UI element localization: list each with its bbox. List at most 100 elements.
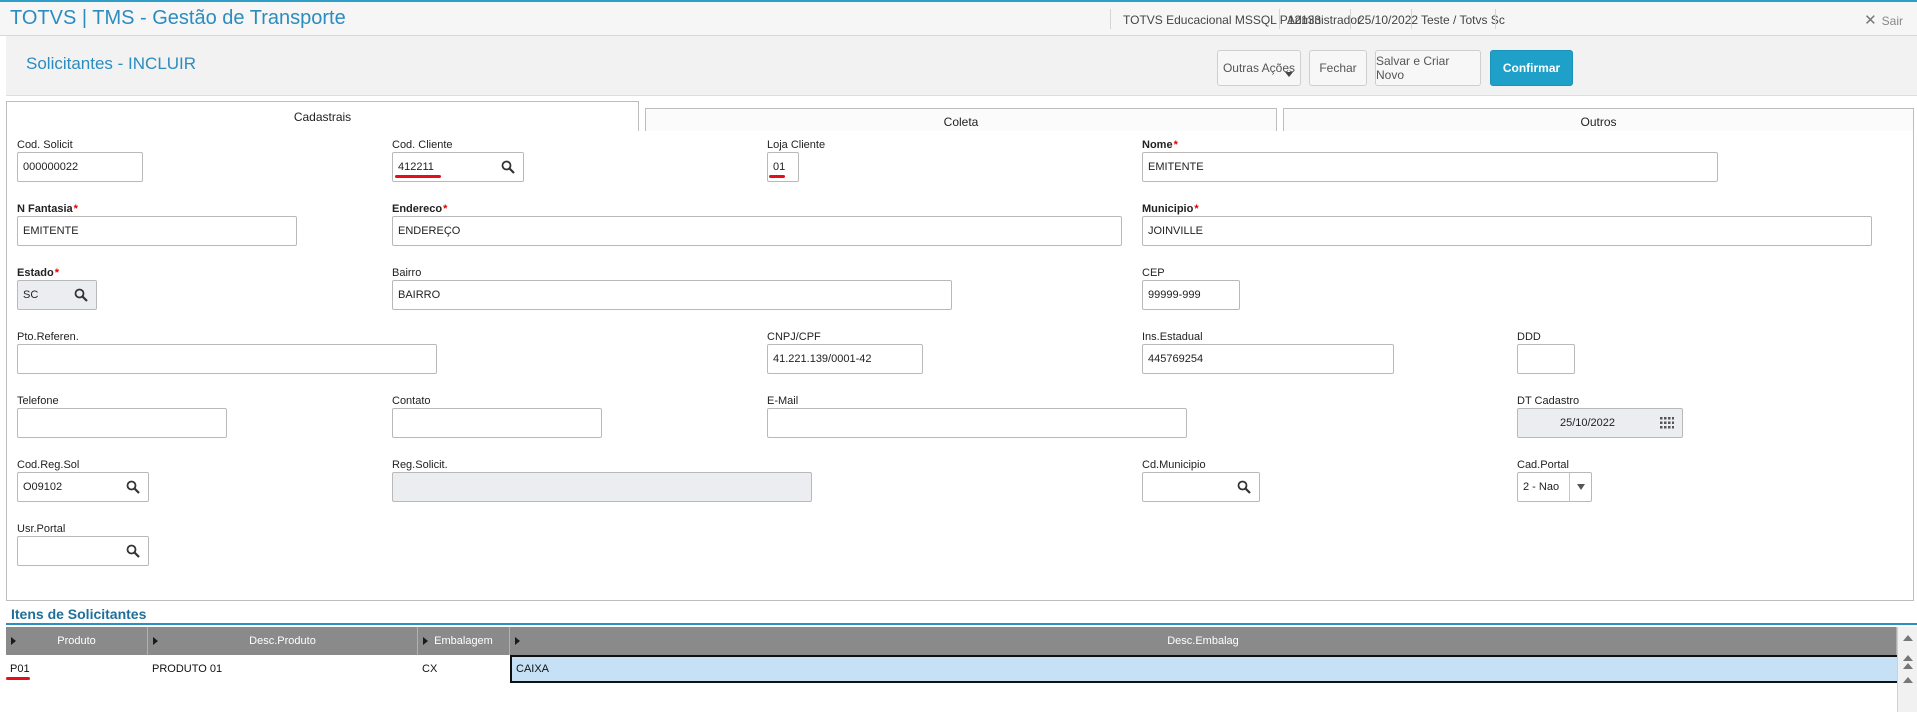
ddd-label: DDD (1517, 331, 1541, 343)
pto-referen-field[interactable] (17, 344, 437, 374)
page-title: Solicitantes - INCLUIR (26, 54, 197, 73)
dt-cadastro-field[interactable]: 25/10/2022 (1517, 408, 1683, 438)
search-icon[interactable] (126, 480, 140, 494)
tab-cadastrais[interactable]: Cadastrais (6, 101, 639, 132)
cod-reg-sol-value: O09102 (23, 481, 63, 493)
usr-portal-field[interactable] (17, 536, 149, 566)
cd-municipio-label: Cd.Municipio (1142, 459, 1206, 471)
separator (1110, 9, 1111, 29)
table-cell-desc-produto[interactable]: PRODUTO 01 (148, 655, 418, 683)
cad-portal-label: Cad.Portal (1517, 459, 1569, 471)
contato-field[interactable] (392, 408, 602, 438)
cell-value: CX (422, 663, 438, 675)
cep-field[interactable]: 99999-999 (1142, 280, 1240, 310)
branch-label: Teste / Totvs Sc (1421, 13, 1505, 27)
column-header-desc-produto[interactable]: Desc.Produto (148, 627, 418, 655)
municipio-value: JOINVILLE (1148, 225, 1204, 237)
municipio-field[interactable]: JOINVILLE (1142, 216, 1872, 246)
cell-value: PRODUTO 01 (152, 663, 223, 675)
reg-solicit-label: Reg.Solicit. (392, 459, 448, 471)
chevron-down-icon[interactable] (1569, 473, 1591, 501)
date-label: 25/10/2022 (1358, 13, 1419, 27)
municipio-label: Municipio* (1142, 203, 1199, 215)
scrollbar[interactable] (1897, 627, 1917, 712)
nome-label: Nome* (1142, 139, 1178, 151)
contato-label: Contato (392, 395, 431, 407)
cod-cliente-label: Cod. Cliente (392, 139, 453, 151)
telefone-field[interactable] (17, 408, 227, 438)
estado-field[interactable]: SC (17, 280, 97, 310)
email-label: E-Mail (767, 395, 799, 407)
cad-portal-select[interactable]: 2 - Nao (1517, 472, 1592, 502)
n-fantasia-field[interactable]: EMITENTE (17, 216, 297, 246)
estado-value: SC (23, 289, 39, 301)
cd-municipio-field[interactable] (1142, 472, 1260, 502)
endereco-label-text: Endereco (392, 203, 443, 215)
cad-portal-value: 2 - Nao (1523, 481, 1560, 493)
table-cell-desc-embalag[interactable]: CAIXA (510, 655, 1899, 683)
endereco-field[interactable]: ENDEREÇO (392, 216, 1122, 246)
scroll-up-icon[interactable] (1903, 655, 1913, 661)
save-new-button[interactable]: Salvar e Criar Novo (1375, 50, 1481, 86)
separator (1411, 9, 1412, 29)
nome-field[interactable]: EMITENTE (1142, 152, 1718, 182)
expand-icon (515, 637, 520, 645)
search-icon[interactable] (74, 288, 88, 302)
email-field[interactable] (767, 408, 1187, 438)
cnpj-cpf-field[interactable]: 41.221.139/0001-42 (767, 344, 923, 374)
ins-estadual-value: 445769254 (1148, 353, 1204, 365)
separator (1279, 9, 1280, 29)
confirm-button[interactable]: Confirmar (1490, 50, 1573, 86)
confirm-label: Confirmar (1502, 61, 1561, 75)
separator (1350, 9, 1351, 29)
ins-estadual-field[interactable]: 445769254 (1142, 344, 1394, 374)
estado-label-text: Estado (17, 267, 54, 279)
nome-value: EMITENTE (1148, 161, 1204, 173)
cell-value: P01 (10, 663, 30, 675)
pto-referen-label: Pto.Referen. (17, 331, 79, 343)
bairro-field[interactable]: BAIRRO (392, 280, 952, 310)
highlight-underline (6, 677, 30, 680)
bairro-label: Bairro (392, 267, 422, 279)
table-cell-embalagem[interactable]: CX (418, 655, 510, 683)
loja-cliente-value: 01 (773, 161, 786, 173)
search-icon[interactable] (501, 160, 515, 174)
close-icon: ✕ (1864, 12, 1877, 29)
dt-cadastro-value: 25/10/2022 (1559, 417, 1616, 429)
cnpj-cpf-value: 41.221.139/0001-42 (773, 353, 872, 365)
more-actions-button[interactable]: Outras Ações (1217, 50, 1301, 86)
column-header-desc-embalag[interactable]: Desc.Embalag (510, 627, 1897, 655)
tab-label: Cadastrais (293, 110, 352, 124)
n-fantasia-value: EMITENTE (23, 225, 79, 237)
app-title: TOTVS | TMS - Gestão de Transporte (10, 7, 346, 29)
items-grid: Produto Desc.Produto Embalagem Desc.Emba… (6, 627, 1917, 712)
cod-reg-sol-label: Cod.Reg.Sol (17, 459, 80, 471)
n-fantasia-label-text: N Fantasia (17, 203, 73, 215)
column-header-produto[interactable]: Produto (6, 627, 148, 655)
ins-estadual-label: Ins.Estadual (1142, 331, 1203, 343)
ddd-field[interactable] (1517, 344, 1575, 374)
scroll-up-icon[interactable] (1903, 635, 1913, 641)
column-header-label: Produto (57, 635, 96, 647)
cod-solicit-label: Cod. Solicit (17, 139, 73, 151)
column-header-embalagem[interactable]: Embalagem (418, 627, 510, 655)
nome-label-text: Nome (1142, 139, 1173, 151)
cep-label: CEP (1142, 267, 1165, 279)
save-new-label: Salvar e Criar Novo (1376, 54, 1450, 82)
close-button[interactable]: Fechar (1309, 50, 1367, 86)
calendar-icon[interactable] (1660, 416, 1674, 430)
cod-reg-sol-field[interactable]: O09102 (17, 472, 149, 502)
top-bar: TOTVS | TMS - Gestão de Transporte TOTVS… (0, 0, 1917, 36)
search-icon[interactable] (1237, 480, 1251, 494)
scroll-up-icon[interactable] (1903, 663, 1913, 669)
search-icon[interactable] (126, 544, 140, 558)
column-header-label: Desc.Embalag (1167, 635, 1239, 647)
estado-label: Estado* (17, 267, 59, 279)
dt-cadastro-label: DT Cadastro (1517, 395, 1580, 407)
scroll-up-icon[interactable] (1903, 677, 1913, 683)
exit-button[interactable]: ✕ Sair (1864, 11, 1903, 29)
cod-solicit-value: 000000022 (23, 161, 79, 173)
reg-solicit-field (392, 472, 812, 502)
usr-portal-label: Usr.Portal (17, 523, 66, 535)
cod-solicit-field[interactable]: 000000022 (17, 152, 143, 182)
